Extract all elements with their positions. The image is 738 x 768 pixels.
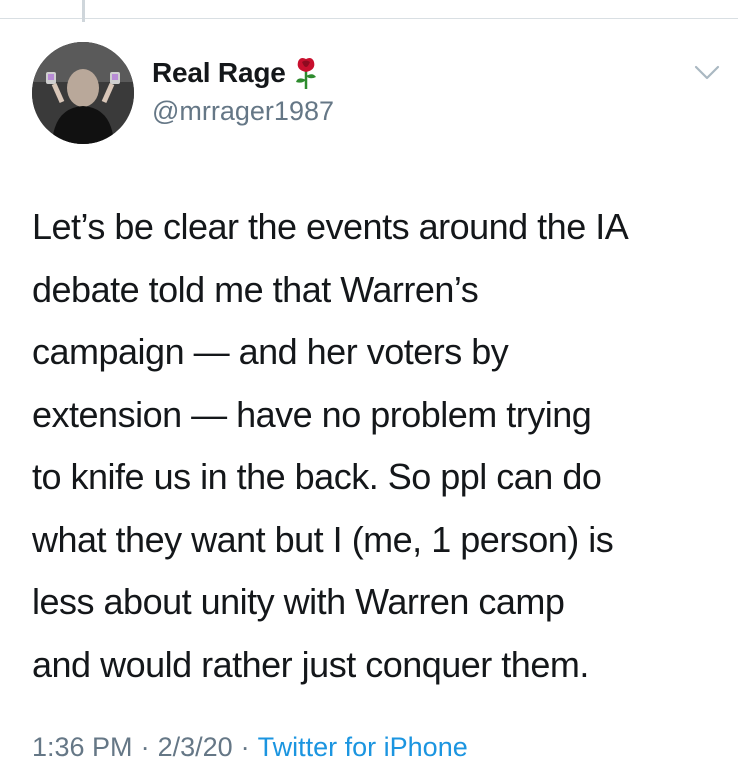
- thread-connector-line: [82, 0, 85, 22]
- name-row: Real Rage: [152, 56, 320, 90]
- display-name[interactable]: Real Rage: [152, 57, 286, 89]
- avatar-photo: [32, 42, 134, 144]
- avatar[interactable]: [32, 42, 134, 144]
- tweet-source-link[interactable]: Twitter for iPhone: [258, 732, 468, 763]
- tweet-text: Let’s be clear the events around the IA …: [32, 206, 629, 685]
- tweet-date[interactable]: 2/3/20: [158, 732, 233, 763]
- rose-icon: [292, 56, 320, 90]
- tweet-time[interactable]: 1:36 PM: [32, 732, 133, 763]
- meta-separator: ·: [240, 732, 250, 762]
- meta-separator: ·: [140, 732, 150, 762]
- chevron-down-icon[interactable]: [694, 64, 720, 82]
- user-handle[interactable]: @mrrager1987: [152, 96, 334, 127]
- top-divider: [0, 0, 738, 19]
- tweet-meta: 1:36 PM · 2/3/20 · Twitter for iPhone: [32, 732, 468, 763]
